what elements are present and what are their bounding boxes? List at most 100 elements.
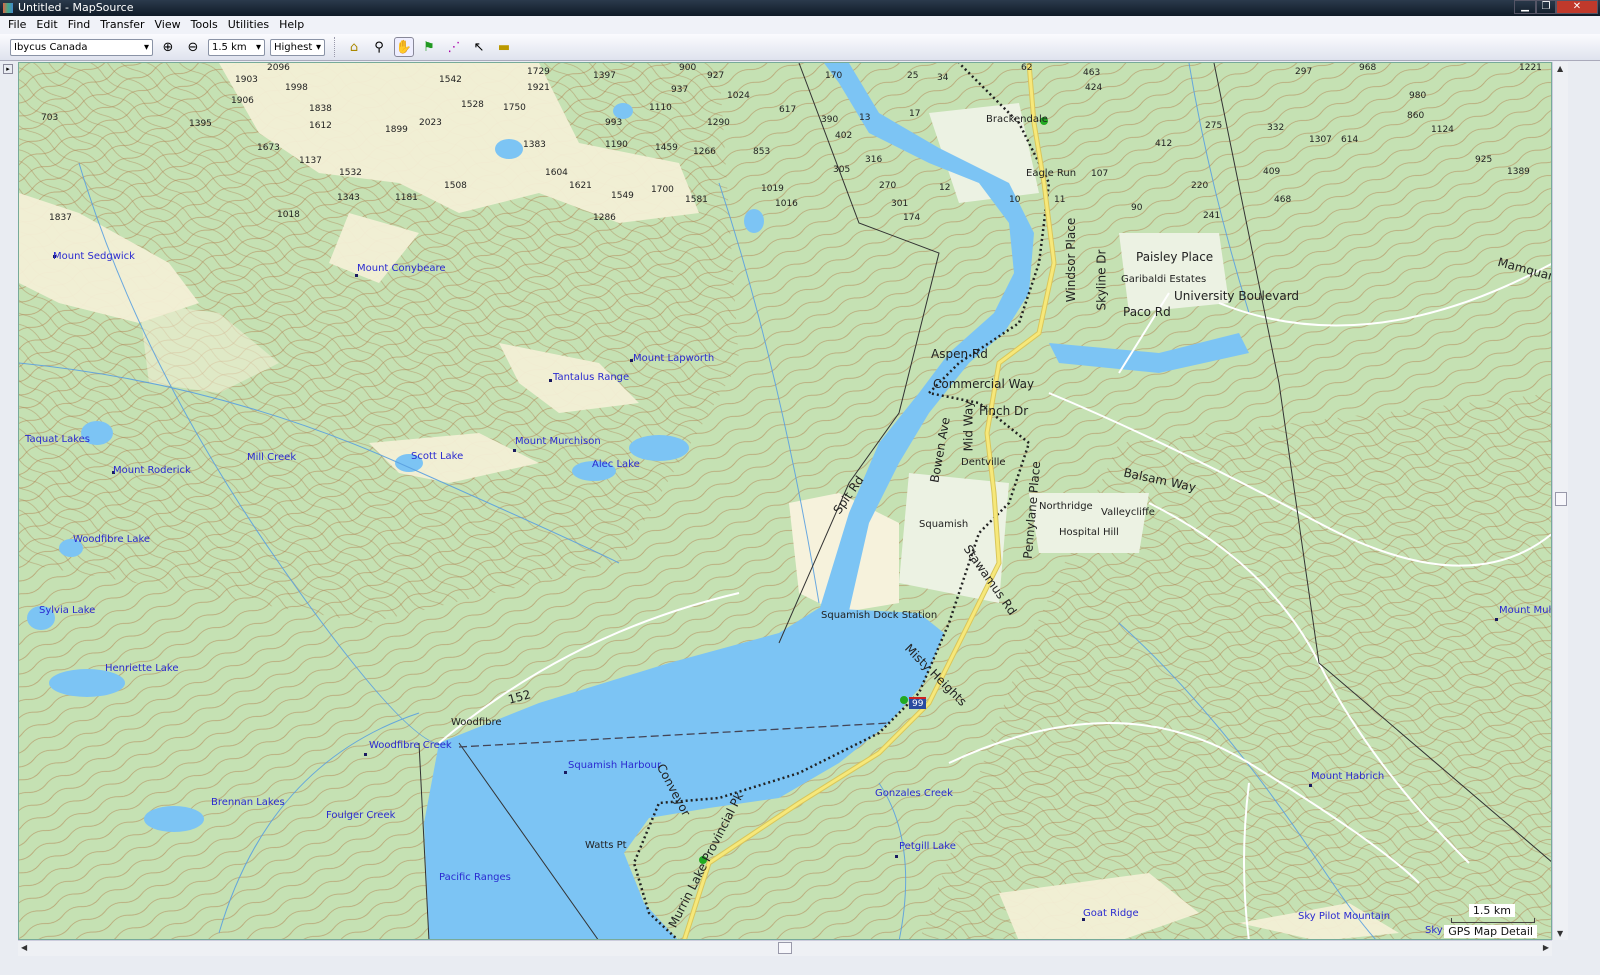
- place-label[interactable]: Tantalus Range: [553, 372, 629, 383]
- town-label[interactable]: Valleycliffe: [1101, 507, 1155, 518]
- elevation-label: 993: [605, 118, 623, 128]
- road-label[interactable]: Mid Way: [961, 401, 975, 452]
- zoom-scale-select[interactable]: 1.5 km: [208, 38, 265, 56]
- lake: [744, 209, 764, 233]
- elevation-label: 1621: [569, 181, 592, 191]
- place-label[interactable]: Mount Sedgwick: [53, 251, 135, 262]
- place-label[interactable]: Mount Habrich: [1311, 771, 1384, 782]
- place-label[interactable]: Woodfibre Creek: [369, 740, 452, 751]
- menu-tools[interactable]: Tools: [187, 16, 224, 34]
- horizontal-scroll-thumb[interactable]: [778, 942, 792, 954]
- town-label[interactable]: Hospital Hill: [1059, 527, 1119, 538]
- town-label[interactable]: Watts Pt: [585, 840, 627, 851]
- menu-edit[interactable]: Edit: [32, 16, 63, 34]
- place-label[interactable]: Mount Mulli: [1499, 605, 1551, 616]
- town-label[interactable]: Eagle Run: [1026, 168, 1076, 179]
- measure-ruler-icon[interactable]: ▬: [494, 37, 514, 57]
- route-tool-icon[interactable]: ⋰: [444, 37, 464, 57]
- map-product-select[interactable]: Ibycus Canada: [10, 38, 153, 56]
- map-canvas[interactable]: Mount Sedgwick Mount Conybeare Mount Lap…: [18, 62, 1552, 940]
- zoom-out-icon[interactable]: ⊖: [183, 37, 203, 57]
- zoom-in-icon[interactable]: ⊕: [158, 37, 178, 57]
- scroll-right-arrow-icon[interactable]: ▶: [1543, 943, 1549, 952]
- road-label[interactable]: Paisley Place: [1136, 250, 1213, 264]
- elevation-label: 614: [1341, 135, 1359, 145]
- place-label[interactable]: Scott Lake: [411, 451, 463, 462]
- place-label[interactable]: Alec Lake: [592, 459, 640, 470]
- detail-select[interactable]: Highest: [270, 38, 325, 56]
- place-label[interactable]: Brennan Lakes: [211, 797, 285, 808]
- road-label[interactable]: Commercial Way: [933, 377, 1034, 391]
- place-label[interactable]: Petgill Lake: [899, 841, 956, 852]
- left-gutter: ▸: [0, 62, 18, 962]
- town-label[interactable]: Northridge: [1039, 501, 1093, 512]
- place-label[interactable]: Foulger Creek: [326, 810, 395, 821]
- place-label[interactable]: Pacific Ranges: [439, 872, 511, 883]
- horizontal-scrollbar[interactable]: ◀ ▶: [18, 940, 1552, 956]
- menu-view[interactable]: View: [151, 16, 187, 34]
- map-tool-icon[interactable]: ⌂: [344, 37, 364, 57]
- waypoint-marker[interactable]: [900, 696, 908, 704]
- town-label[interactable]: Squamish: [919, 519, 968, 530]
- minimize-button[interactable]: ▁: [1514, 0, 1536, 14]
- place-label[interactable]: Goat Ridge: [1083, 908, 1139, 919]
- menu-find[interactable]: Find: [64, 16, 97, 34]
- place-label[interactable]: Henriette Lake: [105, 663, 179, 674]
- elevation-label: 13: [859, 113, 871, 123]
- scroll-up-arrow-icon[interactable]: ▲: [1557, 64, 1563, 73]
- elevation-label: 617: [779, 105, 797, 115]
- road-label[interactable]: Windsor Place: [1064, 218, 1078, 302]
- place-label[interactable]: Gonzales Creek: [875, 788, 953, 799]
- town-label[interactable]: Brackendale: [986, 114, 1048, 125]
- expand-panel-arrow-icon[interactable]: ▸: [3, 64, 13, 74]
- place-label[interactable]: Sylvia Lake: [39, 605, 95, 616]
- menu-utilities[interactable]: Utilities: [224, 16, 275, 34]
- elevation-label: 2096: [267, 63, 290, 73]
- road-label[interactable]: Paco Rd: [1123, 305, 1171, 319]
- elevation-label: 925: [1475, 155, 1493, 165]
- menu-help[interactable]: Help: [275, 16, 310, 34]
- elevation-label: 390: [821, 115, 839, 125]
- place-label[interactable]: Squamish Harbour: [568, 760, 661, 771]
- hand-tool-icon[interactable]: ✋: [394, 37, 414, 57]
- place-label[interactable]: Sky Pilot Mountain: [1298, 911, 1390, 922]
- scroll-down-arrow-icon[interactable]: ▼: [1557, 929, 1563, 938]
- close-button[interactable]: ✕: [1556, 0, 1598, 14]
- elevation-label: 90: [1131, 203, 1143, 213]
- place-label[interactable]: Woodfibre Lake: [73, 534, 150, 545]
- elevation-label: 1190: [605, 140, 628, 150]
- waypoint-flag-icon[interactable]: ⚑: [419, 37, 439, 57]
- town-label[interactable]: Dentville: [961, 457, 1006, 468]
- elevation-label: 301: [891, 199, 909, 209]
- town-label[interactable]: Squamish Dock Station: [821, 610, 937, 621]
- vertical-scroll-thumb[interactable]: [1555, 492, 1567, 506]
- place-label[interactable]: Mount Conybeare: [357, 263, 446, 274]
- lake: [629, 435, 689, 461]
- place-label[interactable]: Taquat Lakes: [25, 434, 90, 445]
- zoom-tool-icon[interactable]: ⚲: [369, 37, 389, 57]
- place-label[interactable]: Mount Roderick: [113, 465, 191, 476]
- road-label[interactable]: University Boulevard: [1174, 289, 1299, 303]
- elevation-label: 1581: [685, 195, 708, 205]
- highway-99-shield[interactable]: 99: [909, 697, 927, 709]
- vertical-scrollbar[interactable]: ▲ ▼: [1552, 62, 1568, 940]
- maximize-button[interactable]: ❐: [1536, 0, 1556, 14]
- place-label[interactable]: Mount Lapworth: [633, 353, 714, 364]
- town-label[interactable]: Garibaldi Estates: [1121, 274, 1206, 285]
- mapsource-app-icon: [3, 3, 13, 13]
- place-label[interactable]: Woodfibre: [451, 717, 502, 728]
- scroll-left-arrow-icon[interactable]: ◀: [21, 943, 27, 952]
- menu-transfer[interactable]: Transfer: [96, 16, 150, 34]
- window-title: Untitled - MapSource: [18, 1, 134, 14]
- selection-arrow-icon[interactable]: ↖: [469, 37, 489, 57]
- elevation-label: 1532: [339, 168, 362, 178]
- road-label[interactable]: Finch Dr: [979, 404, 1028, 418]
- lake: [495, 139, 523, 159]
- road-label[interactable]: Skyline Dr: [1094, 250, 1108, 311]
- elevation-label: 980: [1409, 91, 1427, 101]
- place-label[interactable]: Mill Creek: [247, 452, 296, 463]
- elevation-label: 1016: [775, 199, 798, 209]
- menu-file[interactable]: File: [4, 16, 32, 34]
- place-label[interactable]: Mount Murchison: [515, 436, 601, 447]
- road-label[interactable]: Aspen Rd: [931, 347, 988, 361]
